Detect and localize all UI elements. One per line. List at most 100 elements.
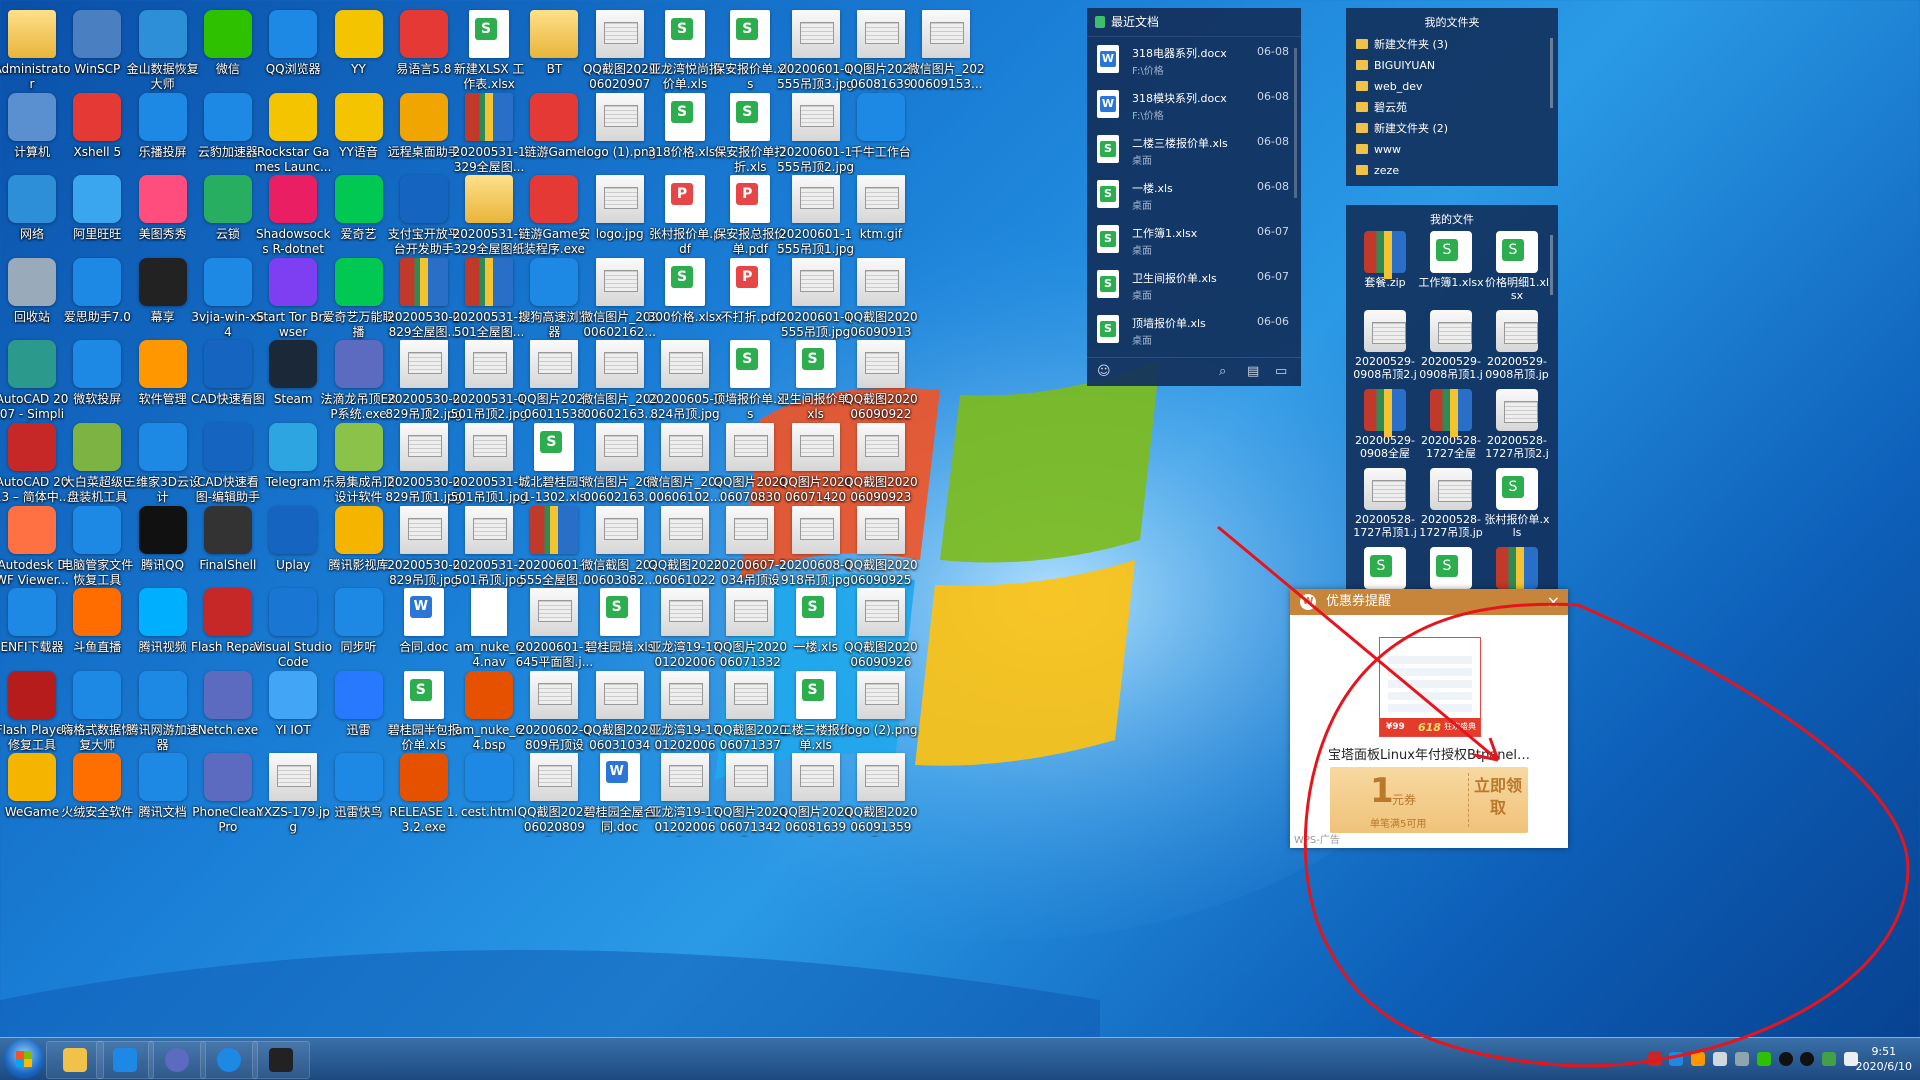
app-icon <box>269 92 318 141</box>
security-tray-icon[interactable] <box>1691 1052 1706 1066</box>
product-thumbnail[interactable]: ¥99 618 狂欢盛典 <box>1379 637 1481 737</box>
app-icon <box>73 175 122 224</box>
myfile-item[interactable]: 套餐.zip <box>1352 231 1418 309</box>
myfile-item[interactable]: 价格明细1.xlsx <box>1484 231 1550 309</box>
myfile-item[interactable]: 20200528-1727吊顶.jpg <box>1418 468 1484 546</box>
claim-coupon-button[interactable]: 立即领取 <box>1472 775 1524 827</box>
app-icon <box>8 175 56 224</box>
app-icon <box>203 423 252 471</box>
recent-doc-item[interactable]: S 一楼.xls 桌面 06-08 <box>1087 172 1301 217</box>
myfile-label: 20200528-1727吊顶.jpg <box>1419 513 1483 539</box>
app-icon <box>334 92 383 141</box>
app-icon <box>334 175 383 224</box>
app-icon <box>73 753 122 802</box>
battery-tray-icon[interactable] <box>1822 1052 1837 1066</box>
desktop-icon[interactable]: QQ截图2020060913595... <box>841 747 921 847</box>
image-file-icon <box>465 340 514 389</box>
pdf-icon <box>730 175 771 224</box>
folder-item[interactable]: zeze <box>1346 160 1558 181</box>
promo-side: 狂欢盛典 <box>1444 722 1476 731</box>
image-file-icon <box>726 505 775 554</box>
folders-scrollbar[interactable] <box>1550 38 1553 108</box>
close-icon[interactable]: × <box>1547 589 1560 615</box>
myfile-item[interactable]: 20200529-0908吊顶1.jpg <box>1418 310 1484 388</box>
myfiles-scrollbar[interactable] <box>1550 235 1553 295</box>
message-icon[interactable]: ▭ <box>1275 364 1287 379</box>
my-folders-panel: 我的文件夹 新建文件夹 (3) BIGUIYUAN web_dev 碧云苑 新建文件夹 … <box>1346 8 1558 186</box>
folder-item[interactable]: web_dev <box>1346 76 1558 97</box>
coupon-divider <box>1468 773 1469 827</box>
myfile-item[interactable]: 工作簿1.xlsx <box>1418 231 1484 309</box>
image-file-icon <box>791 257 840 306</box>
image-file-icon <box>791 423 840 471</box>
coupon-header: W 优惠券提醒 × <box>1290 589 1568 615</box>
taskbar-erp-button[interactable] <box>148 1041 206 1079</box>
flash-tray-icon[interactable] <box>1647 1052 1662 1066</box>
app-icon <box>269 505 318 554</box>
system-tray <box>1644 1052 1858 1068</box>
myfile-item[interactable]: 张村报价单.xls <box>1484 468 1550 546</box>
recent-panel-header: 最近文档 <box>1087 8 1301 37</box>
qq-tray-icon[interactable] <box>1778 1052 1793 1066</box>
recent-doc-item[interactable]: S 二楼三楼报价单.xls 桌面 06-08 <box>1087 127 1301 172</box>
recent-doc-item[interactable]: S 工作簿1.xlsx 桌面 06-07 <box>1087 217 1301 262</box>
app-icon <box>73 92 122 141</box>
spreadsheet-icon: S <box>1097 225 1119 253</box>
network-tray-icon[interactable] <box>1713 1052 1728 1066</box>
image-file-icon <box>856 588 905 637</box>
myfile-item[interactable]: 20200528-1727吊顶2.jpg <box>1484 389 1550 467</box>
myfile-item[interactable]: 20200529-0908吊顶.jpg <box>1484 310 1550 388</box>
app-icon <box>334 423 383 471</box>
folder-icon <box>63 1048 87 1072</box>
file-list-icon[interactable]: ▤ <box>1247 364 1259 379</box>
app-icon <box>269 10 318 58</box>
wechat-tray-icon[interactable] <box>1756 1052 1771 1066</box>
recent-panel-title: 最近文档 <box>1111 15 1160 29</box>
recent-doc-item[interactable]: W 318电器系列.docx F:\价格 06-08 <box>1087 37 1301 82</box>
user-icon[interactable]: ☺ <box>1097 364 1111 379</box>
image-file-icon <box>595 505 644 554</box>
app-icon <box>203 588 252 637</box>
myfile-item[interactable] <box>1418 547 1484 590</box>
myfile-item[interactable]: 20200529-0908全屋图... <box>1352 389 1418 467</box>
folder-item[interactable]: www <box>1346 139 1558 160</box>
myfile-item[interactable]: 20200528-1727吊顶1.jpg <box>1352 468 1418 546</box>
taskbar-3vjia-button[interactable] <box>96 1041 154 1079</box>
app-icon <box>203 175 252 224</box>
image-file-icon <box>791 175 840 224</box>
folder-item[interactable]: 新建文件夹 (3) <box>1346 34 1558 55</box>
spreadsheet-icon <box>403 670 444 719</box>
folder-item[interactable]: 新建文件夹 (2) <box>1346 118 1558 139</box>
myfile-item[interactable] <box>1352 547 1418 590</box>
document-icon: W <box>1097 90 1119 118</box>
taskbar-app-button[interactable] <box>252 1041 310 1079</box>
image-file-icon <box>399 423 448 471</box>
taskbar-clock[interactable]: 9:51 2020/6/10 <box>1856 1044 1912 1074</box>
shield-tray-icon[interactable] <box>1669 1052 1684 1066</box>
folder-item[interactable]: 碧云苑 <box>1346 97 1558 118</box>
myfile-label: 20200528-1727吊顶2.jpg <box>1485 434 1549 460</box>
qq2-tray-icon[interactable] <box>1800 1052 1815 1066</box>
desktop-icon-label: logo (2).png <box>844 722 918 737</box>
image-file-icon <box>856 505 905 554</box>
recent-docs-icon <box>1095 16 1105 28</box>
recent-doc-item[interactable]: S 顶墙报价单.xls 桌面 06-06 <box>1087 307 1301 352</box>
recent-scrollbar[interactable] <box>1294 48 1297 198</box>
app-icon <box>73 505 122 554</box>
app-icon <box>399 10 448 58</box>
taskbar-browser-button[interactable] <box>200 1041 258 1079</box>
spreadsheet-icon <box>665 92 705 141</box>
app-icon <box>203 10 252 58</box>
image-file-icon <box>856 670 905 719</box>
coupon-product-title[interactable]: 宝塔面板Linux年付授权Btpanel… <box>1290 744 1568 763</box>
display-tray-icon[interactable] <box>1734 1052 1749 1066</box>
start-button[interactable] <box>4 1039 44 1079</box>
myfile-item[interactable]: 20200528-1727全屋图... <box>1418 389 1484 467</box>
folder-item[interactable]: BIGUIYUAN <box>1346 55 1558 76</box>
myfile-item[interactable] <box>1484 547 1550 590</box>
recent-doc-item[interactable]: W 318模块系列.docx F:\价格 06-08 <box>1087 82 1301 127</box>
desktop-icon-label: QQ截图2020060913595... <box>844 805 918 837</box>
recent-doc-item[interactable]: S 卫生间报价单.xls 桌面 06-07 <box>1087 262 1301 307</box>
search-icon[interactable]: ⌕ <box>1219 364 1226 379</box>
myfile-item[interactable]: 20200529-0908吊顶2.jpg <box>1352 310 1418 388</box>
